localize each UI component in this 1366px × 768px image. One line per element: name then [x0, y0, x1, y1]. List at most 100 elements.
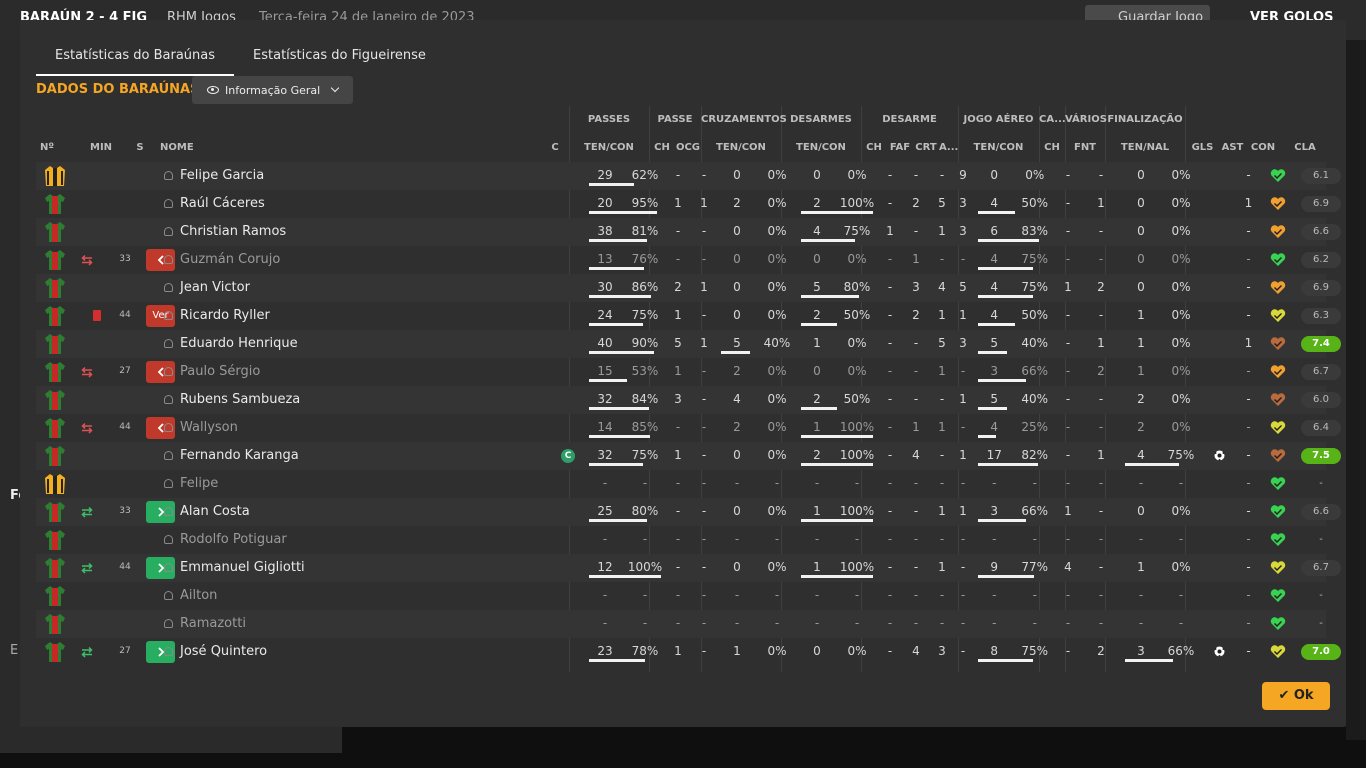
success-rate-bar — [978, 659, 1033, 662]
player-name[interactable]: Fernando Karanga — [180, 442, 299, 470]
person-icon — [164, 311, 173, 320]
player-kit-icon — [44, 445, 66, 467]
player-row[interactable]: Ailton - - - - - - - - - - - - - - - - - - - - — [36, 582, 1326, 610]
stat-value: - — [1098, 252, 1104, 266]
player-name[interactable]: Christian Ramos — [180, 218, 286, 246]
success-rate-bar — [1125, 659, 1173, 662]
player-row[interactable]: Eduardo Henrique 40 90% 5 1 5 40% 1 0% - -5 3 5 40% -1… — [36, 330, 1341, 358]
player-name[interactable]: Jean Victor — [180, 274, 250, 302]
player-row[interactable]: Ramazotti - - - - - - - - - - - - - - - - - - - - — [36, 610, 1326, 638]
player-name[interactable]: Alan Costa — [180, 498, 250, 526]
stat-value: 1 — [1097, 448, 1105, 462]
morale-heart-icon — [1270, 336, 1286, 351]
player-kit-icon — [44, 613, 66, 635]
player-kit-icon — [44, 361, 66, 383]
stat-value: - — [675, 504, 681, 518]
column-header: FNT — [1073, 142, 1097, 153]
stat-value: - — [675, 224, 681, 238]
stat-value: 1 — [674, 364, 682, 378]
player-name[interactable]: Raúl Cáceres — [180, 190, 265, 218]
player-name[interactable]: Guzmán Corujo — [180, 246, 280, 274]
stat-percent: 50% — [1021, 308, 1049, 322]
player-row[interactable]: Felipe - - - - - - - - - - - - - - - - - - - - — [36, 470, 1326, 498]
player-name[interactable]: José Quintero — [180, 638, 267, 666]
player-row[interactable]: 44 Ver Ricardo Ryller 24 75% 1-0 0% 2 50% -2 1 1 4 50… — [36, 302, 1341, 330]
stat-percent: - — [642, 616, 648, 630]
player-row[interactable]: 44 Emmanuel Gigliotti 12 100% - -0 0% 1 100% - -1-… — [36, 554, 1341, 582]
player-row[interactable]: Jean Victor 30 86% 2 1 0 0% 5 80% -3 4 5 4 75% 1 2 0 0% -6… — [36, 274, 1341, 302]
player-row[interactable]: Rubens Sambueza 32 84% 3-4 0% 2 50% - - -1 5 40% - -2… — [36, 386, 1341, 414]
stat-value: - — [913, 588, 919, 602]
person-icon — [164, 591, 173, 600]
stat-value: - — [887, 280, 893, 294]
player-row[interactable]: 44 Wallyson 14 85% - -2 0% 1 100% -1 1-4 25% - -2 0% -6… — [36, 414, 1341, 442]
stat-value: 1 — [1244, 196, 1253, 210]
player-name[interactable]: Felipe Garcia — [180, 162, 264, 190]
stat-percent: 40% — [763, 336, 791, 350]
player-name[interactable]: Rodolfo Potiguar — [180, 526, 287, 554]
stat-value: - — [701, 392, 707, 406]
stat-percent: - — [774, 476, 780, 490]
column-header: S — [136, 142, 144, 153]
stat-value: - — [1098, 168, 1104, 182]
stat-value: 1 — [700, 336, 708, 350]
stat-percent: 25% — [1021, 420, 1049, 434]
stat-value: - — [701, 252, 707, 266]
player-name[interactable]: Felipe — [180, 470, 218, 498]
stat-percent: 0% — [847, 168, 867, 182]
player-row[interactable]: 27 José Quintero 23 78% 1-1 0% 0 0% -4 3-8 75% -2 3 6… — [36, 638, 1341, 666]
stat-percent: - — [854, 476, 860, 490]
morale-heart-icon — [1270, 588, 1286, 603]
player-rating: 6.1 — [1301, 168, 1341, 184]
stat-value: 0 — [813, 364, 821, 378]
substitution-out-icon — [80, 422, 94, 434]
stat-value: - — [992, 588, 997, 602]
morale-heart-icon — [1270, 560, 1286, 575]
goalkeeper-kit-icon — [44, 165, 66, 187]
tab-figueirense-stats[interactable]: Estatísticas do Figueirense — [234, 44, 445, 76]
group-header: DESARME — [882, 114, 937, 125]
stat-value: - — [960, 364, 966, 378]
success-rate-bar — [978, 435, 996, 438]
player-name[interactable]: Rubens Sambueza — [180, 386, 300, 414]
substitution-out-icon — [80, 254, 94, 266]
player-name[interactable]: Paulo Sérgio — [180, 358, 260, 386]
stat-percent: - — [1032, 616, 1037, 630]
stat-percent: - — [642, 476, 648, 490]
morale-heart-icon — [1270, 644, 1286, 659]
stat-value: 2 — [1137, 420, 1145, 434]
tab-baraunas-stats[interactable]: Estatísticas do Baraúnas — [36, 44, 235, 76]
ok-button[interactable]: ✔ Ok — [1262, 682, 1330, 710]
player-row[interactable]: 27 Paulo Sérgio 15 53% 1-2 0% 0 0% - -1-3 66% -2 1 0%… — [36, 358, 1341, 386]
player-name[interactable]: Ramazotti — [180, 610, 246, 638]
stat-value: 0 — [990, 168, 999, 182]
stat-value: - — [1246, 420, 1251, 434]
player-name[interactable]: Emmanuel Gigliotti — [180, 554, 305, 582]
stat-value: - — [701, 364, 707, 378]
player-row[interactable]: Raúl Cáceres 20 95% 1 1 2 0% 2 100% -2 5 3 4 50% -1 0 0%… — [36, 190, 1341, 218]
player-row[interactable]: Rodolfo Potiguar - - - - - - - - - - - - - - - - - - - - — [36, 526, 1326, 554]
stat-percent: - — [1032, 476, 1037, 490]
player-row[interactable]: Fernando Karanga C 32 75% 1-0 0% 2 100% -4-1 17 82… — [36, 442, 1341, 470]
stat-value: - — [887, 308, 893, 322]
stat-value: 4 — [912, 644, 920, 658]
player-row[interactable]: Christian Ramos 38 81% - -0 0% 4 75% 1-1 3 6 83% - -0… — [36, 218, 1341, 246]
player-name[interactable]: Wallyson — [180, 414, 238, 442]
stat-value: 1 — [1137, 364, 1145, 378]
view-dropdown[interactable]: Informação Geral — [192, 76, 353, 104]
chevron-down-icon — [330, 83, 340, 93]
stat-value: 1 — [1244, 336, 1253, 350]
stat-value: 1 — [1097, 196, 1105, 210]
player-row[interactable]: Felipe Garcia 29 62% - -0 0% 0 0% - - -9 0 0% - -0 0% -6… — [36, 162, 1341, 190]
player-name[interactable]: Ricardo Ryller — [180, 302, 270, 330]
success-rate-bar — [589, 659, 645, 662]
stat-value: 3 — [959, 224, 967, 238]
player-row[interactable]: 33 Alan Costa 25 80% - -0 0% 1 100% - -1 1 3 66% 1-0 0%… — [36, 498, 1341, 526]
player-row[interactable]: 33 Guzmán Corujo 13 76% - -0 0% 0 0% -1- -4 75% - -0 0… — [36, 246, 1341, 274]
person-icon — [164, 647, 173, 656]
player-rating: - — [1319, 478, 1323, 489]
player-name[interactable]: Eduardo Henrique — [180, 330, 298, 358]
player-name[interactable]: Ailton — [180, 582, 217, 610]
stat-value: - — [1138, 616, 1144, 630]
player-rating: - — [1319, 590, 1323, 601]
